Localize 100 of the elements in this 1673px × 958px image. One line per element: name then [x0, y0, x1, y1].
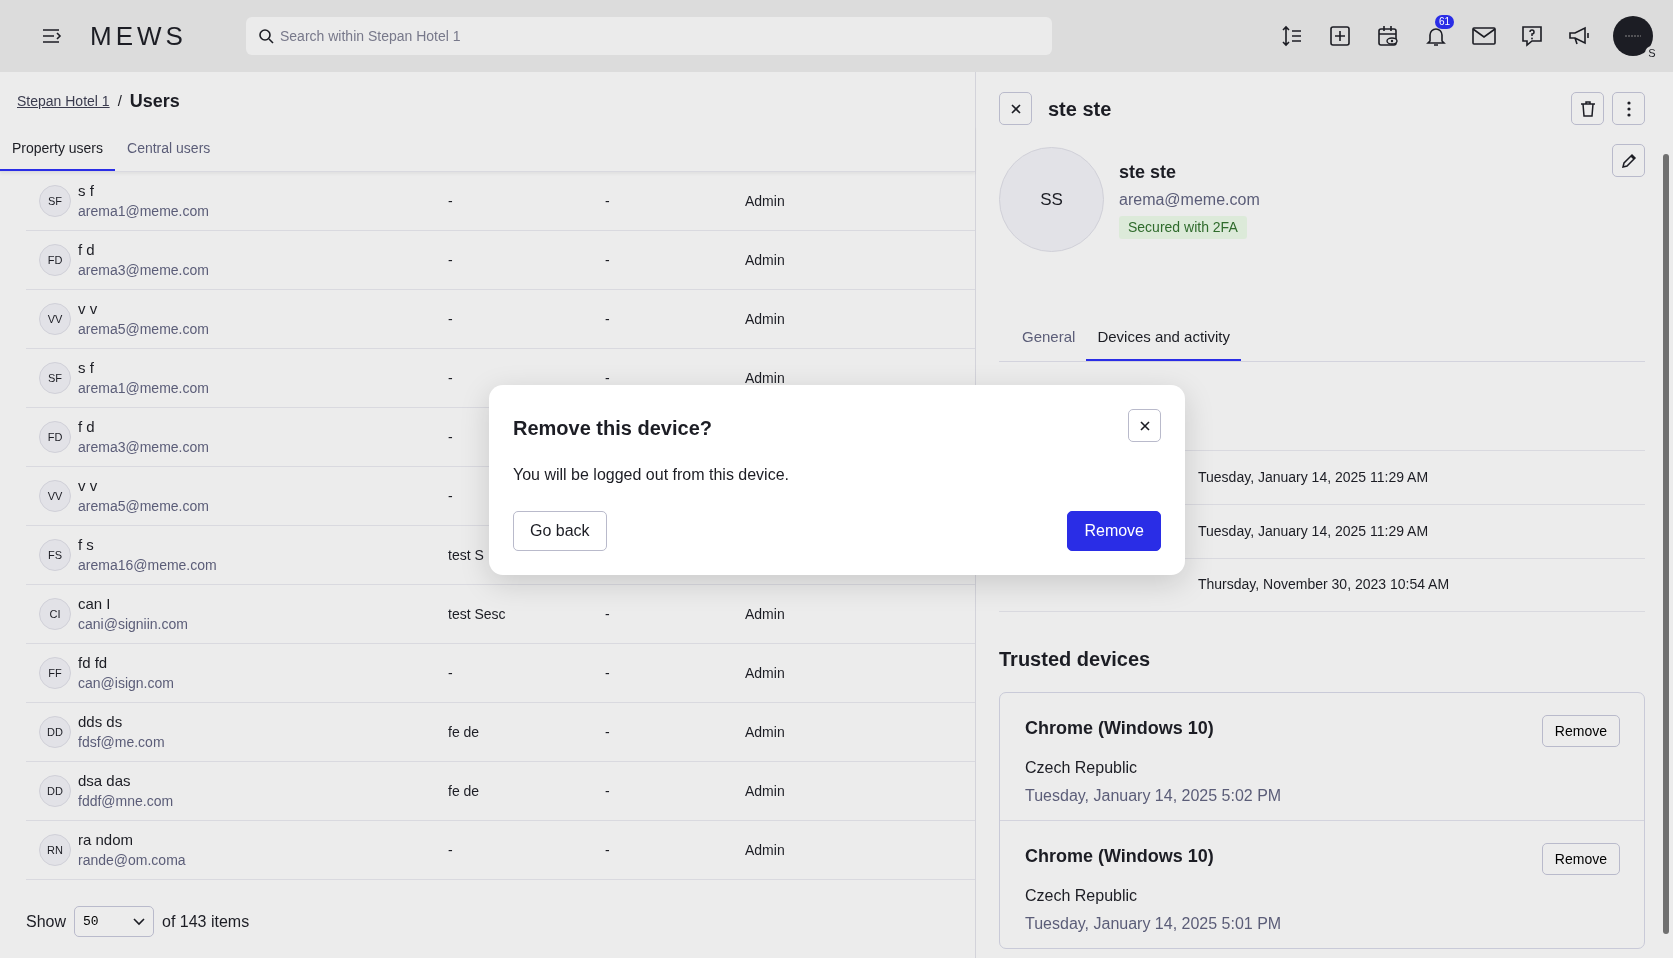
table-cell: - [448, 310, 453, 327]
table-cell: - [605, 251, 610, 268]
delete-button[interactable] [1571, 92, 1604, 125]
close-icon [1009, 102, 1022, 115]
user-email: arema3@meme.com [78, 260, 210, 280]
table-cell: fe de [448, 782, 480, 799]
help-icon[interactable] [1519, 23, 1545, 49]
user-name: can I [78, 594, 112, 615]
panel-title: ste ste [1048, 96, 1112, 122]
dialog-title: Remove this device? [513, 416, 712, 441]
user-name: ste ste [1119, 161, 1178, 184]
user-avatar: FD [39, 244, 71, 276]
calendar-icon[interactable] [1375, 23, 1401, 49]
close-button[interactable] [1128, 409, 1161, 442]
user-avatar: SF [39, 362, 71, 394]
remove-button[interactable]: Remove [1067, 511, 1161, 551]
show-label: Show [26, 911, 67, 932]
user-email: arema16@meme.com [78, 555, 218, 575]
trash-icon [1579, 99, 1596, 118]
breadcrumb-separator: / [117, 91, 122, 112]
logo[interactable]: MEWS [90, 16, 230, 56]
user-email: arema3@meme.com [78, 437, 210, 457]
table-cell: - [605, 605, 610, 622]
item-count: of 143 items [162, 911, 250, 932]
dialog-message: You will be logged out from this device. [513, 465, 790, 485]
table-cell: - [605, 841, 610, 858]
status-badge: Secured with 2FA [1119, 216, 1247, 239]
table-cell: - [605, 369, 610, 386]
user-email: fdsf@me.com [78, 732, 166, 752]
close-button[interactable] [999, 92, 1032, 125]
role-cell: Admin [745, 664, 785, 681]
table-cell: test S [448, 546, 484, 563]
user-name: f d [78, 417, 96, 438]
role-cell: Admin [745, 723, 785, 740]
chevron-icon [133, 917, 146, 926]
activity-date: Thursday, November 30, 2023 10:54 AM [1198, 575, 1450, 594]
user-email: can@isign.com [78, 673, 175, 693]
user-avatar: DD [39, 716, 71, 748]
scrollbar[interactable] [1663, 154, 1669, 934]
user-email: arema1@meme.com [78, 378, 210, 398]
user-name: v v [78, 476, 99, 497]
user-email: rande@om.coma [78, 850, 187, 870]
table-cell: - [605, 310, 610, 327]
table-cell: - [448, 369, 453, 386]
device-name: Chrome (Windows 10) [1025, 716, 1215, 740]
table-cell: - [605, 192, 610, 209]
add-icon[interactable] [1327, 23, 1353, 49]
go-back-button[interactable]: Go back [513, 511, 607, 551]
activity-date: Tuesday, January 14, 2025 11:29 AM [1198, 467, 1429, 487]
role-cell: Admin [745, 310, 785, 327]
user-name: s f [78, 358, 95, 379]
user-avatar: CI [39, 598, 71, 630]
user-avatar: FF [39, 657, 71, 689]
table-cell: - [605, 782, 610, 799]
tab[interactable]: Property users [0, 126, 116, 171]
table-cell: - [605, 723, 610, 740]
section-title: Trusted devices [999, 646, 1152, 672]
user-name: f d [78, 240, 96, 261]
device-date: Tuesday, January 14, 2025 5:01 PM [1025, 913, 1282, 934]
role-cell: Admin [745, 782, 785, 799]
user-email: cani@signiin.com [78, 614, 189, 634]
user-name: dds ds [78, 712, 124, 733]
tab[interactable]: Devices and activity [1086, 318, 1241, 361]
table-cell: - [448, 841, 453, 858]
remove-button[interactable]: Remove [1541, 714, 1620, 747]
role-cell: Admin [745, 369, 785, 386]
user-name: s f [78, 181, 95, 202]
device-date: Tuesday, January 14, 2025 5:02 PM [1025, 785, 1282, 806]
menu-icon[interactable] [42, 28, 62, 44]
edit-button[interactable] [1612, 144, 1645, 177]
tab[interactable]: Central users [115, 126, 223, 171]
search-field[interactable]: Search within Stepan Hotel 1 [246, 17, 1052, 55]
activity-date: Tuesday, January 14, 2025 11:29 AM [1198, 521, 1429, 541]
user-email: arema5@meme.com [78, 496, 210, 516]
role-cell: Admin [745, 841, 785, 858]
table-cell: - [448, 664, 453, 681]
device-location: Czech Republic [1025, 885, 1139, 906]
user-name: fd fd [78, 653, 109, 674]
device-name: Chrome (Windows 10) [1025, 844, 1215, 868]
profile-avatar: SS [999, 147, 1104, 252]
user-name: v v [78, 299, 99, 320]
user-avatar: DD [39, 775, 71, 807]
table-cell: - [448, 428, 453, 445]
user-avatar: VV [39, 480, 71, 512]
user-name: f s [78, 535, 95, 556]
user-avatar: RN [39, 834, 71, 866]
tab[interactable]: General [1011, 318, 1087, 361]
table-cell: test Sesc [448, 605, 506, 622]
user-name: dsa das [78, 771, 132, 792]
role-cell: Admin [745, 251, 785, 268]
table-cell: - [448, 251, 453, 268]
page-size-select[interactable]: 50 [74, 906, 155, 937]
remove-button[interactable]: Remove [1541, 842, 1620, 875]
user-email: arema5@meme.com [78, 319, 210, 339]
more-icon [1626, 100, 1631, 117]
page-title: Users [129, 90, 180, 113]
user-avatar: FD [39, 421, 71, 453]
table-cell: - [605, 664, 610, 681]
breadcrumb-link[interactable]: Stepan Hotel 1 [17, 91, 110, 112]
user-name: ra ndom [78, 830, 135, 851]
